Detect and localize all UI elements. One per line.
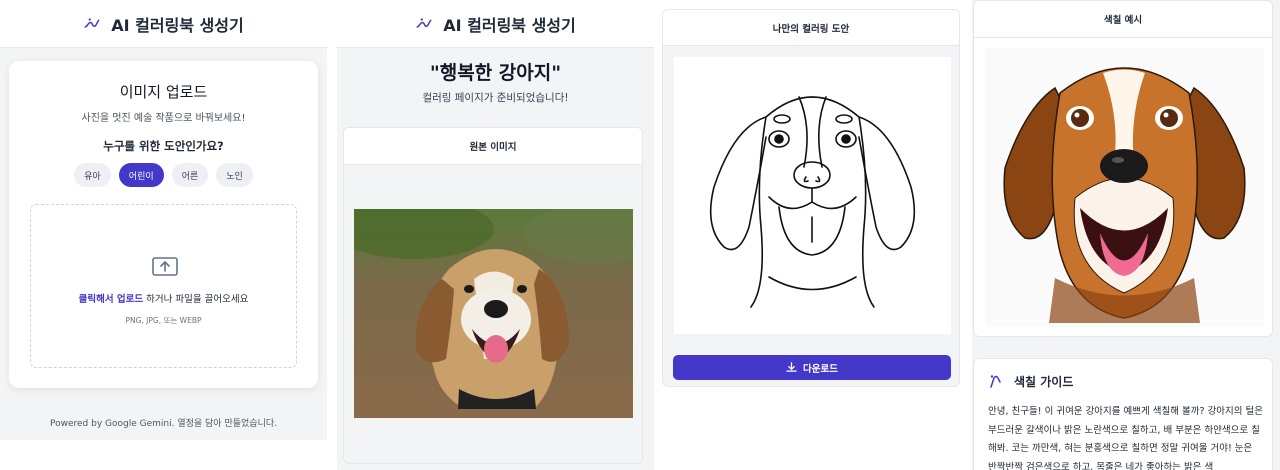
app-title: AI 컬러링북 생성기	[111, 15, 244, 35]
age-button-adult[interactable]: 어른	[171, 163, 209, 187]
upload-subtitle: 사진을 멋진 예술 작품으로 바꿔보세요!	[81, 113, 246, 124]
upload-title: 이미지 업로드	[119, 83, 208, 101]
coloring-page-label: 나만의 컬러링 도안	[663, 10, 959, 46]
guide-text: 안녕, 친구들! 이 귀여운 강아지를 예쁘게 색칠해 볼까? 강아지의 털은 …	[988, 406, 1264, 470]
age-button-child[interactable]: 어린이	[118, 163, 164, 187]
coloring-example-label: 색칠 예시	[974, 1, 1272, 38]
brush-icon	[84, 17, 100, 28]
dropzone-text: 클릭해서 업로드 하거나 파일을 끌어오세요	[31, 291, 296, 305]
guide-title: 색칠 가이드	[1014, 375, 1074, 389]
download-label: 다운로드	[803, 363, 838, 375]
upload-link[interactable]: 클릭해서 업로드	[79, 294, 144, 305]
original-dog-photo	[354, 209, 633, 418]
age-button-toddler[interactable]: 유아	[74, 163, 111, 187]
original-image-card: 원본 이미지	[343, 127, 643, 464]
age-selector: 유아 어린이 어른 노인	[9, 163, 318, 187]
screenshot-stage: AI 컬러링북 생성기 이미지 업로드 사진을 멋진 예술 작품으로 바꿔보세요…	[0, 0, 1280, 470]
dropzone-instruction: 하거나 파일을 끌어오세요	[143, 294, 249, 305]
coloring-line-art	[674, 57, 951, 334]
upload-screen: AI 컬러링북 생성기 이미지 업로드 사진을 멋진 예술 작품으로 바꿔보세요…	[0, 0, 327, 470]
footer-text: Powered by Google Gemini. 열정을 담아 만들었습니다.	[50, 419, 277, 429]
palette-icon	[990, 374, 1001, 388]
coloring-example-card: 색칠 예시	[973, 0, 1273, 337]
brush-icon	[416, 17, 432, 28]
result-screen: AI 컬러링북 생성기 "행복한 강아지" 컬러링 페이지가 준비되었습니다! …	[337, 0, 654, 470]
coloring-guide-card: 색칠 가이드 안녕, 친구들! 이 귀여운 강아지를 예쁘게 색칠해 볼까? 강…	[973, 358, 1273, 470]
app-title: AI 컬러링북 생성기	[443, 15, 576, 35]
guide-header: 색칠 가이드	[988, 373, 1073, 390]
upload-card: 이미지 업로드 사진을 멋진 예술 작품으로 바꿔보세요! 누구를 위한 도안인…	[9, 61, 318, 388]
download-button[interactable]: 다운로드	[673, 355, 951, 380]
example-screen: 색칠 예시 색칠 가이드 안녕, 친구들! 이 귀여운 강아지를 예쁘게 색칠해…	[972, 0, 1280, 470]
file-dropzone[interactable]: 클릭해서 업로드 하거나 파일을 끌어오세요 PNG, JPG, 또는 WEBP	[30, 204, 297, 368]
app-header: AI 컬러링북 생성기	[337, 0, 654, 48]
original-image-label: 원본 이미지	[344, 128, 642, 165]
app-header: AI 컬러링북 생성기	[0, 0, 327, 48]
coloring-screen: 나만의 컬러링 도안 다운로드	[661, 0, 961, 470]
age-button-senior[interactable]: 노인	[216, 163, 253, 187]
file-type-hint: PNG, JPG, 또는 WEBP	[125, 316, 202, 325]
download-icon	[786, 362, 797, 372]
upload-icon	[152, 257, 178, 276]
page-bottom	[0, 440, 327, 470]
result-title: "행복한 강아지"	[429, 62, 562, 84]
result-subtitle: 컬러링 페이지가 준비되었습니다!	[422, 92, 569, 104]
colored-dog-illustration	[985, 48, 1264, 327]
coloring-page-card: 나만의 컬러링 도안 다운로드	[662, 9, 960, 387]
age-question: 누구를 위한 도안인가요?	[103, 139, 224, 153]
